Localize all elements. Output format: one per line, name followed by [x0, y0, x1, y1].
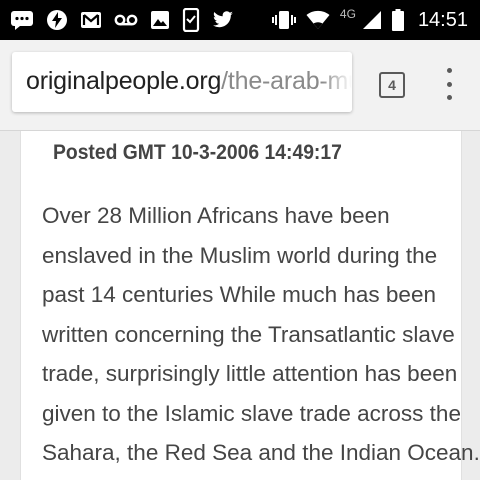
menu-dot	[446, 68, 452, 73]
article-line: past 14 centuries While much has been	[42, 282, 436, 307]
browser-toolbar: originalpeople.org/the-arab-musli 4	[0, 40, 480, 131]
article-line: trade, surprisingly little attention has…	[42, 361, 458, 386]
bolt-app-icon	[46, 9, 68, 31]
gmail-icon	[80, 10, 102, 30]
twitter-icon	[212, 11, 234, 29]
tab-switcher-button[interactable]: 4	[379, 72, 405, 98]
network-type-label: 4G	[339, 7, 356, 21]
url-domain: originalpeople.org	[26, 67, 222, 95]
system-icons: 4G 14:51	[271, 6, 468, 34]
voicemail-icon	[114, 13, 138, 27]
gallery-icon	[150, 10, 170, 30]
web-page[interactable]: Posted GMT 10-3-2006 14:49:17 Over 28 Mi…	[0, 131, 480, 480]
wifi-icon	[306, 10, 330, 30]
article-line: Over 28 Million Africans have been	[42, 203, 390, 228]
address-bar[interactable]: originalpeople.org/the-arab-musli	[12, 52, 352, 112]
url-text[interactable]: originalpeople.org/the-arab-musli	[26, 67, 352, 96]
cell-signal-icon	[362, 10, 382, 30]
article-line: given to the Islamic slave trade across …	[42, 400, 461, 426]
post-card: Posted GMT 10-3-2006 14:49:17 Over 28 Mi…	[20, 131, 480, 480]
tab-count: 4	[388, 77, 396, 93]
overflow-menu-button[interactable]	[438, 68, 460, 100]
clock: 14:51	[417, 8, 468, 31]
notification-icons	[10, 6, 234, 34]
vibrate-icon	[271, 9, 296, 31]
article-body: Over 28 Million Africans have been ensla…	[42, 196, 480, 473]
article-line: Sahara, the Red Sea and the Indian Ocean…	[42, 440, 480, 465]
post-timestamp: Posted GMT 10-3-2006 14:49:17	[53, 141, 342, 164]
article-line: enslaved in the Muslim world during the	[42, 242, 438, 268]
status-bar: 4G 14:51	[0, 0, 480, 40]
screenshot-icon	[182, 8, 200, 32]
article-line: written concerning the Transatlantic sla…	[42, 321, 455, 347]
menu-dot	[446, 95, 452, 100]
battery-icon	[391, 9, 404, 31]
menu-dot	[446, 81, 452, 87]
messaging-icon	[10, 10, 34, 30]
url-fade	[322, 52, 352, 112]
